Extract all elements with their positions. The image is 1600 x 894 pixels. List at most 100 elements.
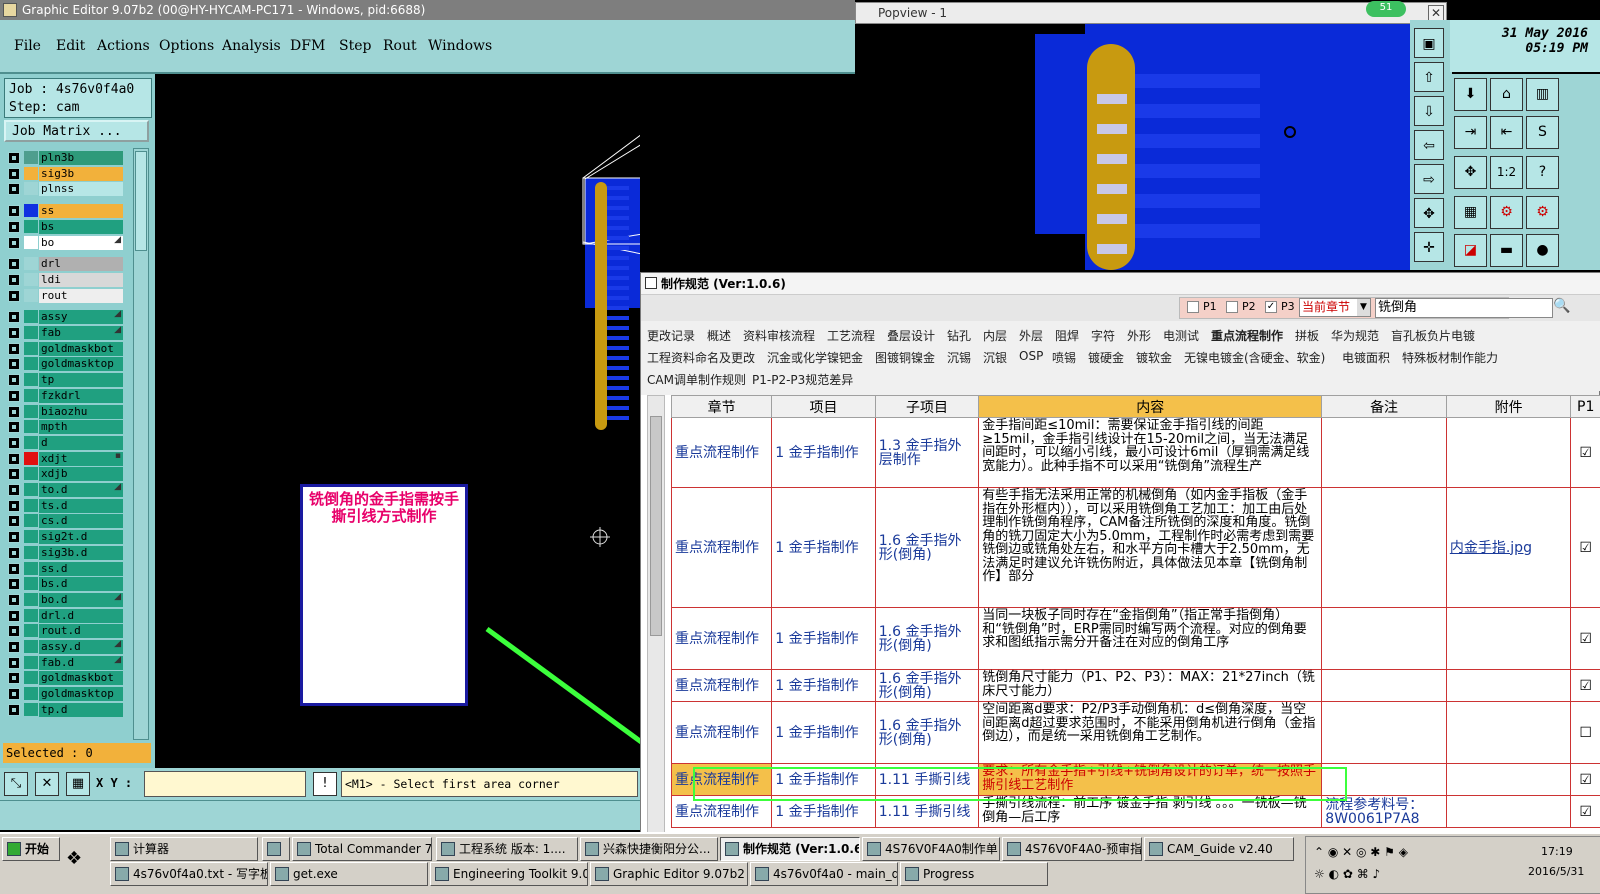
p3-checkbox[interactable]: ✓	[1265, 301, 1277, 313]
layer-color-swatch[interactable]	[24, 483, 38, 496]
menu-analysis[interactable]: Analysis	[222, 38, 281, 54]
layer-color-swatch[interactable]	[24, 608, 38, 622]
layer-checkbox[interactable]	[8, 515, 20, 528]
layer-checkbox[interactable]	[8, 436, 20, 449]
cell-attachment[interactable]	[1445, 763, 1572, 796]
layer-checkbox[interactable]	[8, 484, 20, 496]
tool-11-icon[interactable]: ⚙	[1490, 196, 1523, 229]
column-header[interactable]: 内容	[978, 395, 1323, 418]
tool-fit-icon[interactable]: ✥	[1414, 198, 1444, 228]
table-row[interactable]: 重点流程制作 1 金手指制作 1.3 金手指外层制作 金手指间距≤10mil：需要保证…	[670, 417, 1600, 488]
grid-toggle-icon[interactable]: ▦	[1454, 196, 1487, 229]
layer-color-swatch[interactable]	[24, 655, 38, 669]
table-scrollbar[interactable]	[647, 395, 665, 833]
layer-name[interactable]: rout.d	[39, 624, 123, 639]
layer-checkbox[interactable]	[8, 641, 20, 653]
layer-color-swatch[interactable]	[24, 288, 38, 302]
cell-attachment[interactable]	[1445, 795, 1572, 828]
layer-name[interactable]: drl.d	[39, 608, 123, 623]
tab-row1-5[interactable]: 钻孔	[947, 327, 971, 344]
layer-row[interactable]: sig2t.d	[6, 529, 124, 545]
layer-checkbox[interactable]	[8, 578, 20, 591]
tool-pan-icon[interactable]: ✛	[1414, 232, 1444, 262]
tab-row2-7[interactable]: 镀硬金	[1088, 349, 1124, 366]
layer-checkbox[interactable]	[8, 220, 20, 233]
start-button[interactable]: 开始	[2, 837, 60, 861]
cell-p1-checkbox[interactable]: ☑	[1570, 669, 1600, 702]
layer-color-swatch[interactable]	[24, 182, 38, 196]
layer-name[interactable]: xdjb	[39, 467, 123, 482]
column-header[interactable]: 备注	[1321, 395, 1447, 418]
layer-color-swatch[interactable]	[24, 420, 38, 434]
taskbar-button[interactable]: 4s76v0f4a0.txt - 写字板	[110, 862, 268, 886]
layer-checkbox[interactable]	[8, 205, 20, 218]
layer-row[interactable]: pln3b	[6, 150, 124, 166]
taskbar-button[interactable]: 制作规范 (Ver:1.0.6)	[720, 837, 860, 861]
layer-color-swatch[interactable]	[24, 151, 38, 164]
tray-icons-2[interactable]: ☼ ◐ ✿ ⌘ ♪	[1314, 867, 1380, 881]
menu-dfm[interactable]: DFM	[290, 38, 325, 54]
layer-name[interactable]: mpth	[39, 420, 123, 435]
tool-down-icon[interactable]: ⇩	[1414, 96, 1444, 126]
search-icon[interactable]: 🔍	[1553, 298, 1570, 314]
tab-row1-3[interactable]: 工艺流程	[827, 327, 875, 344]
tab-row1-15[interactable]: 盲孔板负片电镀	[1391, 327, 1475, 344]
ruler-icon[interactable]: ▬	[1490, 234, 1523, 267]
layer-checkbox[interactable]	[8, 656, 20, 669]
tab-row2-8[interactable]: 镀软金	[1136, 349, 1172, 366]
tab-row2-10[interactable]: 电镀面积	[1342, 349, 1390, 366]
tab-row2-1[interactable]: 沉金或化学镍钯金	[767, 349, 863, 366]
layer-color-swatch[interactable]	[24, 357, 38, 371]
tab-row2-2[interactable]: 图镀铜镍金	[875, 349, 935, 366]
layer-row[interactable]: goldmasktop	[6, 356, 124, 372]
layer-checkbox[interactable]	[8, 468, 20, 481]
table-row[interactable]: 重点流程制作 1 金手指制作 1.6 金手指外形(倒角) 有些手指无法采用正常的机械倒…	[670, 487, 1600, 608]
tab-row2-4[interactable]: 沉银	[983, 349, 1007, 366]
scope-select[interactable]: 当前章节 ▼	[1299, 298, 1371, 317]
layer-name[interactable]: biaozhu	[39, 404, 123, 419]
layer-color-swatch[interactable]	[24, 166, 38, 180]
layer-name[interactable]: bs.d	[39, 577, 123, 592]
menu-rout[interactable]: Rout	[383, 38, 417, 54]
layer-name[interactable]: drl	[39, 257, 123, 272]
layer-row[interactable]: xdjb	[6, 466, 124, 482]
layer-color-swatch[interactable]	[24, 257, 38, 271]
taskbar-button[interactable]: Graphic Editor 9.07b2 (0...	[590, 862, 748, 886]
tool-5-icon[interactable]: ⇤	[1490, 116, 1523, 149]
layer-row[interactable]: assy.d ◢	[6, 639, 124, 655]
tab-row1-1[interactable]: 概述	[707, 327, 731, 344]
taskbar-button[interactable]	[262, 837, 290, 861]
tab-row1-0[interactable]: 更改记录	[647, 327, 695, 344]
layer-color-swatch[interactable]	[24, 435, 38, 449]
warning-icon[interactable]: !	[313, 772, 337, 796]
tab-row2-11[interactable]: 特殊板材制作能力	[1402, 349, 1498, 366]
cell-p1-checkbox[interactable]: ☑	[1570, 417, 1600, 488]
layer-checkbox[interactable]	[8, 672, 20, 685]
layer-name[interactable]: fab	[39, 326, 123, 340]
windows-flag-icon[interactable]: ❖	[66, 848, 82, 869]
layer-row[interactable]: mpth	[6, 419, 124, 435]
layer-row[interactable]: fab ◢	[6, 325, 124, 341]
tool-4-icon[interactable]: ⇥	[1454, 116, 1487, 149]
layer-row[interactable]: fab.d ◢	[6, 655, 124, 671]
grid-icon[interactable]: ▦	[66, 772, 90, 796]
layer-row[interactable]: rout	[6, 288, 124, 304]
taskbar-button[interactable]: CAM_Guide v2.40	[1144, 837, 1294, 861]
layer-color-swatch[interactable]	[24, 577, 38, 591]
layer-name[interactable]: xdjt	[39, 451, 123, 466]
home-icon[interactable]: ⌂	[1490, 78, 1523, 111]
layer-color-swatch[interactable]	[24, 514, 38, 528]
layer-name[interactable]: sig3b	[39, 166, 123, 181]
layer-row[interactable]: to.d ◢	[6, 482, 124, 498]
tab-row3-0[interactable]: CAM调单制作规则	[647, 371, 746, 388]
menu-file[interactable]: File	[14, 38, 41, 54]
layer-row[interactable]: goldmaskbot	[6, 670, 124, 686]
tool-3-icon[interactable]: ▥	[1526, 78, 1559, 111]
layer-checkbox[interactable]	[8, 167, 20, 180]
layer-checkbox[interactable]	[8, 358, 20, 371]
layer-row[interactable]: goldmaskbot	[6, 341, 124, 357]
column-header[interactable]: 项目	[771, 395, 876, 418]
layer-color-swatch[interactable]	[24, 592, 38, 606]
layer-name[interactable]: sig3b.d	[39, 545, 123, 560]
layer-name[interactable]: assy	[39, 310, 123, 325]
